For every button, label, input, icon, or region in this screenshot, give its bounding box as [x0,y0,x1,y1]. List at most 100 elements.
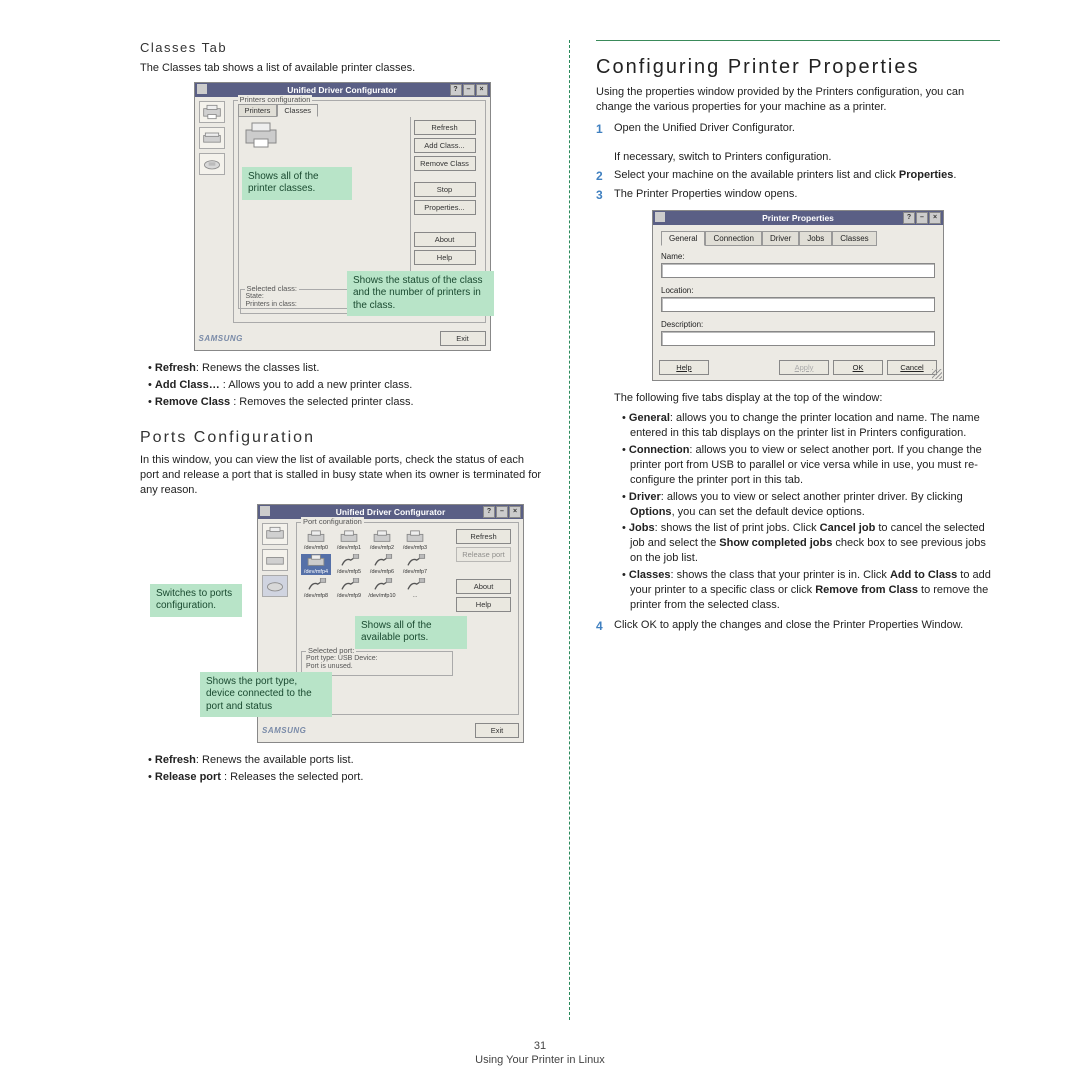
dialog-title: Unified Driver Configurator [336,507,446,517]
close-icon[interactable]: × [509,506,521,518]
cancel-button[interactable]: Cancel [887,360,937,375]
tab-jobs[interactable]: Jobs [799,231,832,246]
name-label: Name: [661,252,935,261]
help-button[interactable]: Help [414,250,476,265]
tabs: Printers Classes [238,104,481,117]
refresh-button[interactable]: Refresh [414,120,476,135]
scanner-icon[interactable] [262,549,288,571]
add-class-button[interactable]: Add Class... [414,138,476,153]
window-controls: ? – × [450,84,488,96]
step4: 4Click OK to apply the changes and close… [596,618,1000,634]
callout-classes-list: Shows all of the printer classes. [242,167,352,200]
location-input[interactable] [661,297,935,312]
tab-driver[interactable]: Driver [762,231,799,246]
after-pp-text: The following five tabs display at the t… [614,391,1000,406]
minimize-icon[interactable]: – [463,84,475,96]
printer-properties-wrap: Printer Properties ? – × General Connect… [596,210,1000,381]
help-icon[interactable]: ? [483,506,495,518]
callout-available-ports: Shows all of the available ports. [355,616,467,649]
port-item[interactable]: /dev/mfp8 [301,578,331,599]
page-number: 31 [0,1040,1080,1052]
properties-button[interactable]: Properties... [414,200,476,215]
groupbox-label: Port configuration [301,517,364,526]
ports-dialog-wrap: Unified Driver Configurator ? – × [140,504,544,743]
port-type-label: Port type: USB Device: [306,655,448,663]
printer-icon[interactable] [199,101,225,123]
callout-switch-ports: Switches to ports configuration. [150,584,242,617]
classes-dialog-wrap: Unified Driver Configurator ? – × [140,82,544,351]
callout-port-status: Shows the port type, device connected to… [200,672,332,718]
selected-class-label: Selected class: [245,284,299,293]
stop-button[interactable]: Stop [414,182,476,197]
printer-icon[interactable] [262,523,288,545]
scanner-icon[interactable] [199,127,225,149]
port-item[interactable]: /dev/mfp1 [334,530,364,551]
green-rule [596,40,1000,41]
about-button[interactable]: About [456,579,511,594]
port-item[interactable]: /dev/mfp4 [301,554,331,575]
port-state-label: Port is unused. [306,663,448,671]
tab-connection[interactable]: Connection [705,231,761,246]
help-button[interactable]: Help [456,597,511,612]
tab-classes[interactable]: Classes [832,231,876,246]
left-column: Classes Tab The Classes tab shows a list… [120,40,564,1020]
port-item[interactable]: /dev/mfp2 [367,530,397,551]
port-item[interactable]: ... [400,578,430,599]
steps-top: 1 Open the Unified Driver Configurator. … [596,121,1000,204]
port-item[interactable]: /dev/mfp7 [400,554,430,575]
ports-bullets: Refresh: Renews the available ports list… [140,753,544,785]
minimize-icon[interactable]: – [916,212,928,224]
name-input[interactable] [661,263,935,278]
pp-tabs: General Connection Driver Jobs Classes [661,231,935,246]
port-item[interactable]: /dev/mfp9 [334,578,364,599]
page-footer: 31 Using Your Printer in Linux [0,1040,1080,1066]
port-icon[interactable] [199,153,225,175]
description-input[interactable] [661,331,935,346]
resize-handle[interactable] [932,369,942,379]
footer-section: Using Your Printer in Linux [475,1054,605,1066]
close-icon[interactable]: × [929,212,941,224]
help-button[interactable]: Help [659,360,709,375]
apply-button[interactable]: Apply [779,360,829,375]
sidebar [195,97,229,329]
selected-port-label: Selected port: [306,646,356,655]
port-icon[interactable] [262,575,288,597]
port-item[interactable]: /dev/mfp0 [301,530,331,551]
ok-button[interactable]: OK [833,360,883,375]
exit-button[interactable]: Exit [440,331,486,346]
about-button[interactable]: About [414,232,476,247]
callout-class-status: Shows the status of the class and the nu… [347,271,494,317]
ports-heading: Ports Configuration [140,429,544,447]
port-item[interactable]: /dev/mfp6 [367,554,397,575]
classes-tab-heading: Classes Tab [140,40,544,55]
port-item[interactable]: /dev/mfp3 [400,530,430,551]
right-heading: Configuring Printer Properties [596,56,1000,79]
help-icon[interactable]: ? [903,212,915,224]
minimize-icon[interactable]: – [496,506,508,518]
tab-classes[interactable]: Classes [277,104,318,117]
printer-class-icon [243,121,279,151]
dialog-title: Unified Driver Configurator [287,85,397,95]
ports-intro: In this window, you can view the list of… [140,453,544,498]
app-icon [197,84,207,94]
groupbox-label: Printers configuration [238,95,313,104]
dialog-titlebar: Unified Driver Configurator ? – × [258,505,523,519]
port-item[interactable]: /dev/mfp5 [334,554,364,575]
classes-tab-intro: The Classes tab shows a list of availabl… [140,61,544,76]
column-divider [569,40,571,1020]
right-column: Configuring Printer Properties Using the… [576,40,1020,1020]
app-icon [655,212,665,222]
release-port-button[interactable]: Release port [456,547,511,562]
pp-title: Printer Properties [762,213,834,223]
help-icon[interactable]: ? [450,84,462,96]
port-item[interactable]: /dev/mfp10 [367,578,397,599]
tab-general[interactable]: General [661,231,705,246]
tab-printers[interactable]: Printers [238,104,278,117]
exit-button[interactable]: Exit [475,723,519,738]
tab-descriptions: General: allows you to change the printe… [614,411,1000,612]
printer-properties-dialog: Printer Properties ? – × General Connect… [652,210,944,381]
close-icon[interactable]: × [476,84,488,96]
right-intro: Using the properties window provided by … [596,85,1000,115]
remove-class-button[interactable]: Remove Class [414,156,476,171]
refresh-button[interactable]: Refresh [456,529,511,544]
